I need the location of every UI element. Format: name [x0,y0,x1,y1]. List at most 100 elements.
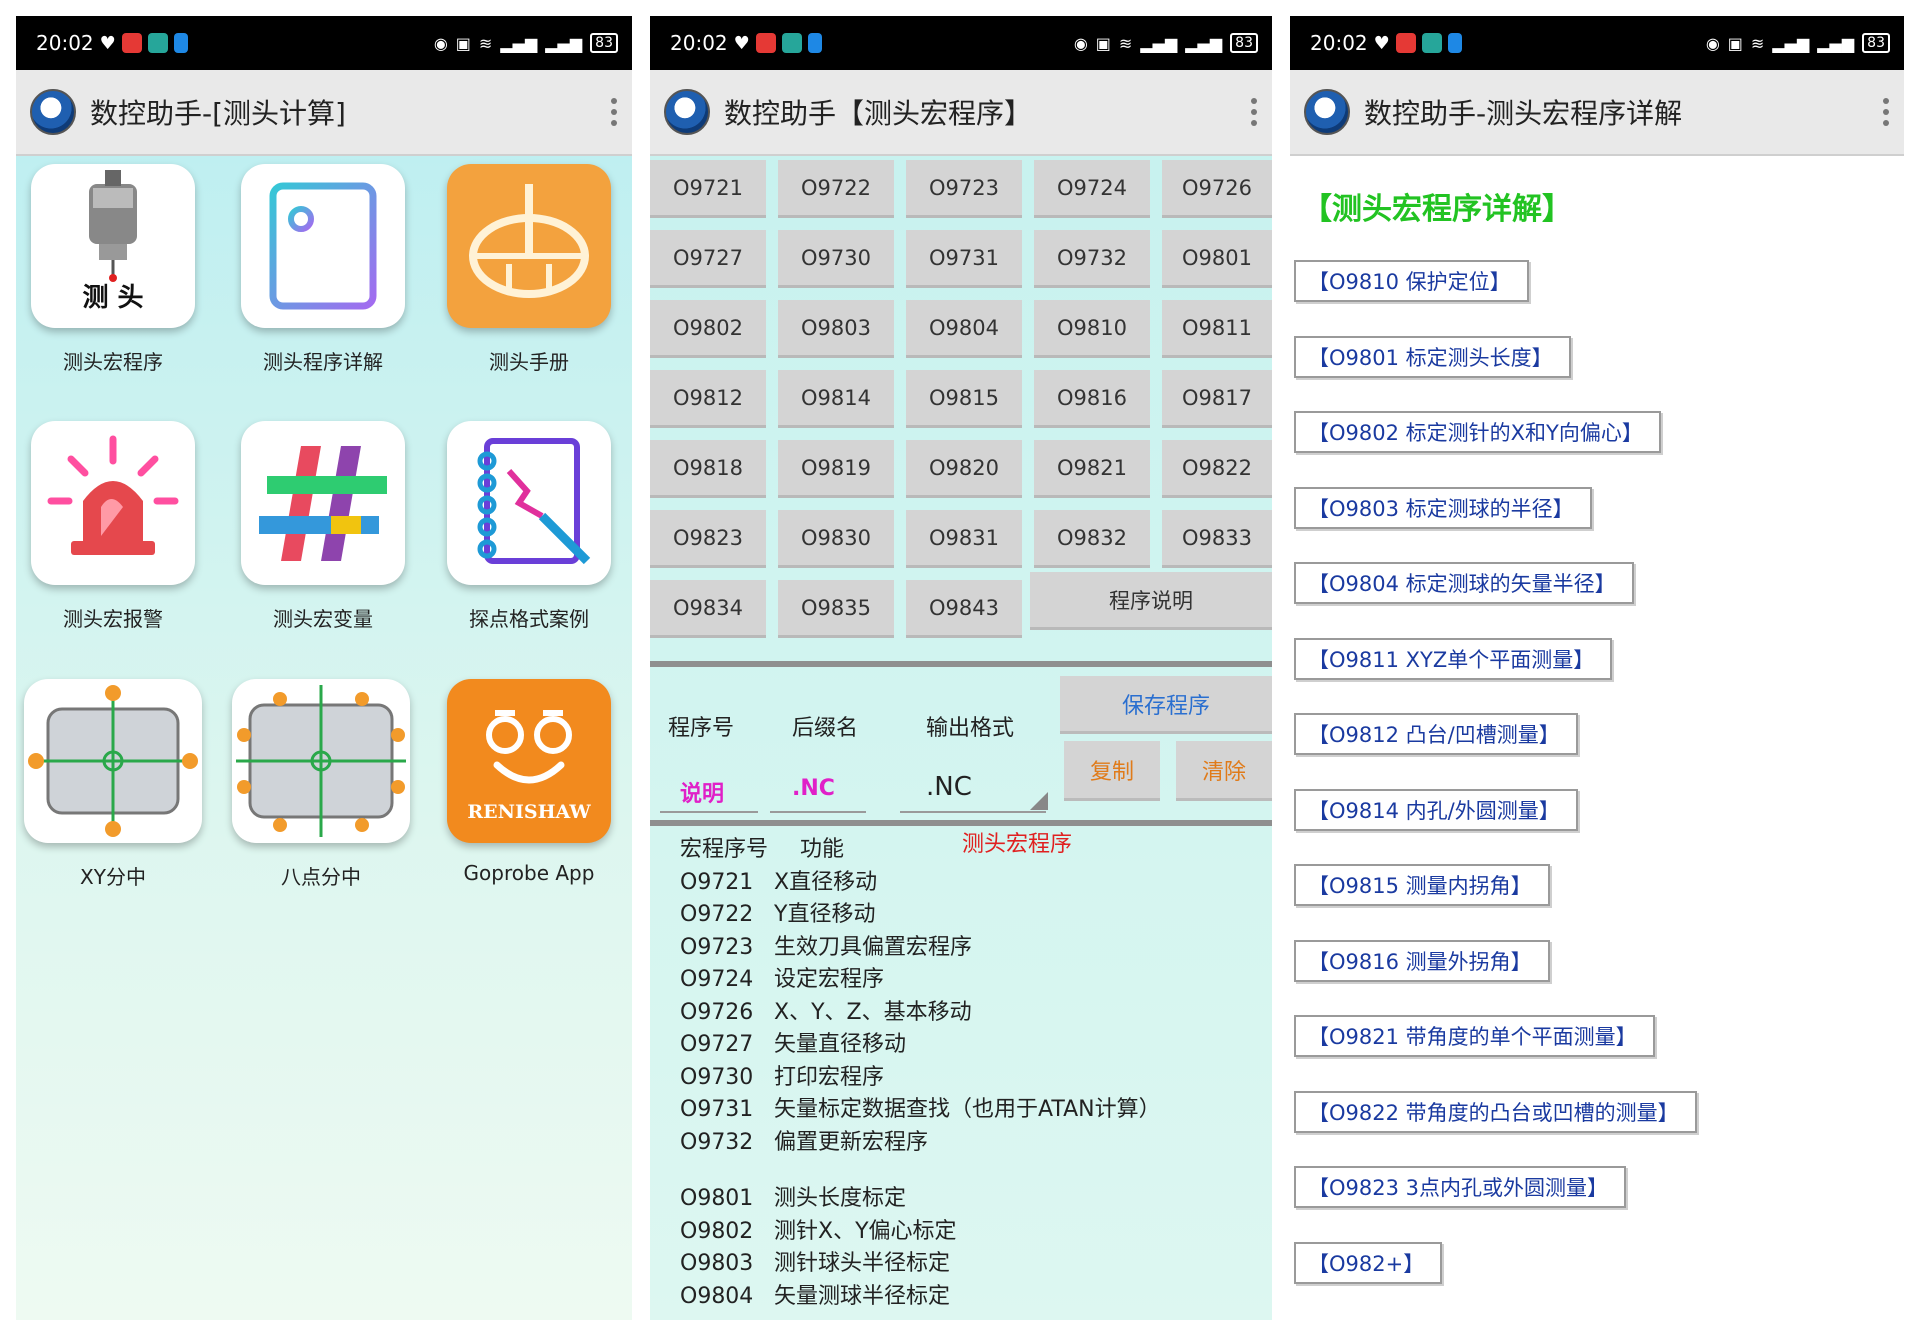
macro-code: O9730 [680,1064,754,1090]
macro-function: X直径移动 [774,869,878,895]
program-button[interactable]: O9834 [650,580,766,638]
app-notify-icon [173,33,188,53]
program-button[interactable]: O9724 [1034,160,1150,218]
program-button[interactable]: O9830 [778,510,894,568]
program-button[interactable]: O9815 [906,370,1022,428]
macro-detail-link[interactable]: 【O9821 带角度的单个平面测量】 [1294,1015,1655,1057]
program-button[interactable]: O9811 [1162,300,1272,358]
program-button[interactable]: O9833 [1162,510,1272,568]
suffix-input[interactable]: .NC [792,776,835,801]
program-button[interactable]: O9832 [1034,510,1150,568]
battery-icon: 83 [1230,33,1258,53]
macro-function: 偏置更新宏程序 [774,1129,929,1155]
macro-detail-link[interactable]: 【O9812 凸台/凹槽测量】 [1294,713,1578,755]
program-button[interactable]: O9814 [778,370,894,428]
program-button[interactable]: O9821 [1034,440,1150,498]
status-time: 20:02 [1310,31,1368,55]
program-button[interactable]: O9726 [1162,160,1272,218]
program-button[interactable]: O9731 [906,230,1022,288]
macro-detail-link[interactable]: 【O982+】 [1294,1241,1443,1284]
macro-code: O9731 [680,1097,754,1122]
clear-button[interactable]: 清除 [1176,741,1272,801]
list-gap [680,1159,1262,1183]
program-button[interactable]: O9822 [1162,440,1272,498]
tile-format-case[interactable]: 探点格式案例 [444,421,614,632]
program-button[interactable]: O9804 [906,300,1022,358]
program-button[interactable]: O9818 [650,440,766,498]
program-button[interactable]: O9816 [1034,370,1150,428]
overflow-menu-icon[interactable] [610,98,618,126]
program-desc-button[interactable]: 程序说明 [1030,572,1272,630]
page-title: 数控助手-[测头计算] [90,97,346,130]
macro-code: O9802 [680,1218,754,1244]
macro-list-item: O9730 打印宏程序 [680,1062,1262,1095]
notification-icon [1395,33,1416,53]
program-button[interactable]: O9817 [1162,370,1272,428]
copy-button[interactable]: 复制 [1064,741,1160,801]
header-func: 功能 [800,837,845,862]
tile-program-detail[interactable]: 测头程序详解 [238,164,408,375]
program-button[interactable]: O9819 [778,440,894,498]
macro-detail-link[interactable]: 【O9815 测量内拐角】 [1294,864,1550,906]
suffix-label: 后缀名 [792,716,859,741]
chat-icon [147,33,168,53]
macro-function: 矢量测球半径标定 [774,1283,951,1309]
program-button[interactable]: O9721 [650,160,766,218]
program-button[interactable]: O9732 [1034,230,1150,288]
save-program-button[interactable]: 保存程序 [1060,676,1272,734]
macro-list: 宏程序号 功能 O9721 X直径移动 O9722 Y直径移动 O9723 生效刀具偏置宏… [680,834,1262,1313]
macro-detail-link[interactable]: 【O9816 测量外拐角】 [1294,939,1550,982]
program-button[interactable]: O9831 [906,510,1022,568]
macro-detail-link[interactable]: 【O9814 内孔/外圆测量】 [1294,788,1578,831]
app-notify-icon [1447,33,1462,53]
tile-handbook[interactable]: 测头手册 [444,164,614,375]
macro-detail-link[interactable]: 【O9823 3点内孔或外圆测量】 [1294,1166,1627,1208]
overflow-menu-icon[interactable] [1250,98,1258,126]
divider [650,661,1272,667]
program-button[interactable]: O9823 [650,510,766,568]
program-button[interactable]: O9730 [778,230,894,288]
macro-group-b: O9801 测头长度标定 O9802 测针X、Y偏心标定 O9803 测针球头半径标定 O9… [680,1183,1262,1313]
handbook-icon [447,164,611,328]
macro-function: X、Y、Z、基本移动 [774,999,972,1025]
overflow-menu-icon[interactable] [1882,98,1890,126]
notification-icon [121,33,142,53]
program-button[interactable]: O9812 [650,370,766,428]
macro-code: O9724 [680,967,754,992]
program-button[interactable]: O9820 [906,440,1022,498]
dropdown-arrow-icon[interactable] [1030,792,1048,810]
document-icon [241,164,405,328]
renishaw-caption: RENISHAW [467,801,591,823]
macro-detail-link[interactable]: 【O9822 带角度的凸台或凹槽的测量】 [1294,1090,1697,1133]
macro-detail-link[interactable]: 【O9803 标定测球的半径】 [1294,486,1592,529]
program-button[interactable]: O9802 [650,300,766,358]
program-button[interactable]: O9810 [1034,300,1150,358]
program-button[interactable]: O9723 [906,160,1022,218]
program-button[interactable]: O9803 [778,300,894,358]
macro-detail-link[interactable]: 【O9810 保护定位】 [1294,260,1529,302]
tile-probe-alarm[interactable]: 测头宏报警 [28,421,198,632]
macro-detail-link[interactable]: 【O9811 XYZ单个平面测量】 [1294,637,1613,680]
eye-icon: ◉ [1705,33,1720,53]
program-button[interactable]: O9722 [778,160,894,218]
macro-detail-link[interactable]: 【O9802 标定测针的X和Y向偏心】 [1294,411,1661,453]
signal-icon-2: ▂▄▆ [1817,33,1855,53]
tile-probe-macro[interactable]: 测 头 测头宏程序 [28,164,198,375]
program-button[interactable]: O9801 [1162,230,1272,288]
tile-goprobe-app[interactable]: RENISHAW Goprobe App [444,679,614,885]
output-format-label: 输出格式 [926,716,1015,741]
wifi-icon: ≋ [1118,33,1133,53]
program-button[interactable]: O9843 [906,580,1022,638]
macro-body: O9721 O9722 O9723 O9724 O9726 O9727 O9730 O9731… [650,156,1272,1320]
macro-function: 设定宏程序 [774,967,885,992]
tile-probe-variable[interactable]: 测头宏变量 [238,421,408,632]
eye-icon: ◉ [1073,33,1088,53]
program-button[interactable]: O9727 [650,230,766,288]
macro-detail-link[interactable]: 【O9801 标定测头长度】 [1294,335,1571,378]
tile-eight-point[interactable]: 八点分中 [230,679,412,890]
tile-xy-center[interactable]: XY分中 [22,679,204,890]
program-no-input[interactable]: 说明 [680,776,724,808]
format-select[interactable]: .NC [926,772,972,802]
program-button[interactable]: O9835 [778,580,894,638]
macro-detail-link[interactable]: 【O9804 标定测球的矢量半径】 [1294,562,1634,604]
